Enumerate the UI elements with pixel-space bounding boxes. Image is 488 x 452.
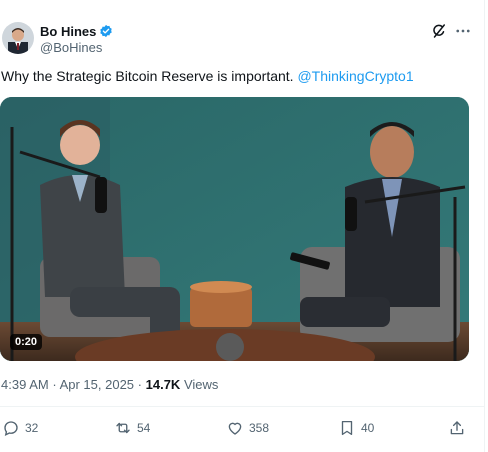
tweet-time[interactable]: 4:39 AM (1, 377, 49, 392)
grok-icon[interactable] (430, 22, 448, 40)
tweet-body: Why the Strategic Bitcoin Reserve is imp… (1, 68, 294, 84)
like-button[interactable]: 358 (226, 418, 269, 438)
repost-icon (116, 422, 130, 434)
share-button[interactable] (448, 418, 471, 438)
meta-separator: · (52, 377, 57, 392)
video-player[interactable] (0, 97, 469, 361)
author-name[interactable]: Bo Hines (40, 24, 96, 39)
video-duration: 0:20 (10, 334, 43, 350)
mention-link[interactable]: @ThinkingCrypto1 (297, 68, 413, 84)
author-name-row[interactable]: Bo Hines (40, 22, 113, 40)
video-frame (0, 97, 469, 361)
bookmark-count: 40 (361, 421, 375, 435)
tweet-meta: 4:39 AM · Apr 15, 2025 · 14.7K Views (1, 377, 218, 392)
repost-button[interactable]: 54 (114, 418, 150, 438)
tweet-date[interactable]: Apr 15, 2025 (60, 377, 134, 392)
bookmark-icon (341, 420, 353, 436)
verified-badge-icon (99, 24, 113, 38)
author-handle[interactable]: @BoHines (40, 40, 102, 55)
column-border (484, 0, 485, 452)
like-count: 358 (249, 421, 270, 435)
meta-separator: · (137, 377, 142, 392)
more-icon[interactable] (454, 22, 472, 40)
reply-button[interactable]: 32 (2, 418, 38, 438)
heart-icon (228, 422, 242, 435)
avatar[interactable] (2, 22, 34, 54)
views-label: Views (183, 377, 219, 392)
reply-icon (4, 421, 18, 436)
view-count: 14.7K (145, 377, 181, 392)
divider (0, 406, 484, 407)
reply-count: 32 (25, 421, 39, 435)
tweet-text: Why the Strategic Bitcoin Reserve is imp… (1, 68, 414, 84)
repost-count: 54 (137, 421, 151, 435)
share-icon (450, 421, 464, 435)
bookmark-button[interactable]: 40 (338, 418, 374, 438)
